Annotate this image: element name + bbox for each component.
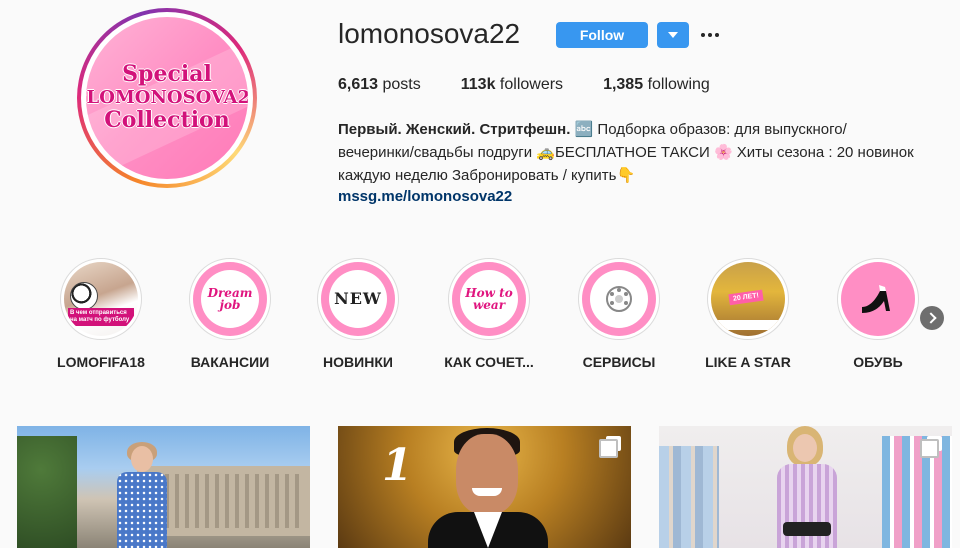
profile-stats: 6,613 posts 113k followers 1,385 followi… bbox=[338, 76, 750, 94]
highlight-image: How to wear bbox=[452, 262, 526, 336]
follow-button[interactable]: Follow bbox=[556, 22, 648, 48]
following-count: 1,385 bbox=[603, 76, 644, 93]
highlight-kak-sochetat[interactable]: How to wear КАК СОЧЕТ... bbox=[433, 258, 545, 370]
post-thumbnail[interactable]: 1 bbox=[338, 426, 631, 548]
posts-count: 6,613 bbox=[338, 76, 379, 93]
avatar-image: Special #LOMONOSOVA22 Collection bbox=[86, 17, 248, 179]
highlight-label: LOMOFIFA18 bbox=[57, 354, 145, 370]
highlight-ring: В чем отправиться на матч по футболу bbox=[60, 258, 142, 340]
highlight-caption: В чем отправиться на матч по футболу bbox=[68, 308, 134, 326]
dot bbox=[715, 33, 719, 37]
avatar-text-line: Special bbox=[122, 61, 212, 88]
multiple-photos-icon bbox=[599, 436, 621, 458]
high-heel-icon bbox=[862, 285, 890, 313]
highlight-art: Dream job bbox=[201, 270, 259, 328]
pointing-down-emoji-icon: 👇 bbox=[616, 167, 636, 184]
highlight-ring: How to wear bbox=[448, 258, 530, 340]
highlight-label: LIKE A STAR bbox=[705, 354, 791, 370]
dress bbox=[117, 472, 167, 548]
followers-stat[interactable]: 113k followers bbox=[461, 76, 563, 94]
followers-label: followers bbox=[499, 76, 564, 93]
shoe-icon bbox=[849, 270, 907, 328]
highlight-ring: NEW bbox=[317, 258, 399, 340]
post-thumbnail[interactable] bbox=[659, 426, 952, 548]
multiple-photos-icon bbox=[920, 436, 942, 458]
highlight-label: ВАКАНСИИ bbox=[190, 354, 270, 370]
face bbox=[456, 434, 518, 514]
chevron-down-icon bbox=[668, 32, 678, 38]
highlight-image bbox=[841, 262, 915, 336]
highlight-like-a-star[interactable]: 20 ЛЕТ! LIKE A STAR bbox=[692, 258, 804, 370]
clothing-rack bbox=[659, 446, 719, 548]
avatar-text-line: Collection bbox=[104, 107, 230, 134]
rotary-phone-icon bbox=[606, 286, 632, 312]
highlight-label: НОВИНКИ bbox=[323, 354, 393, 370]
bio-name: Первый. Женский. Стритфешн. bbox=[338, 121, 571, 138]
highlight-ring: 20 ЛЕТ! bbox=[707, 258, 789, 340]
bio-link[interactable]: mssg.me/lomonosova22 bbox=[338, 188, 512, 205]
smile bbox=[472, 488, 502, 496]
highlight-obuv[interactable]: ОБУВЬ bbox=[822, 258, 934, 370]
avatar-inner: Special #LOMONOSOVA22 Collection bbox=[81, 12, 253, 184]
caption-strip bbox=[717, 320, 779, 330]
head bbox=[131, 446, 153, 472]
highlight-ring bbox=[578, 258, 660, 340]
highlight-image bbox=[582, 262, 656, 336]
highlight-image: Dream job bbox=[193, 262, 267, 336]
highlight-novinki[interactable]: NEW НОВИНКИ bbox=[302, 258, 414, 370]
post-number: 1 bbox=[382, 440, 413, 491]
highlight-image: В чем отправиться на матч по футболу bbox=[64, 262, 138, 336]
highlight-caption: 20 ЛЕТ! bbox=[728, 289, 764, 306]
flower-emoji-icon: 🌸 bbox=[713, 144, 733, 161]
more-options-button[interactable] bbox=[701, 26, 719, 44]
posts-label: posts bbox=[382, 76, 421, 93]
highlight-image: NEW bbox=[321, 262, 395, 336]
abc-emoji-icon: 🔤 bbox=[574, 121, 594, 138]
highlight-art: How to wear bbox=[460, 270, 518, 328]
following-label: following bbox=[647, 76, 710, 93]
bio-text: БЕСПЛАТНОЕ ТАКСИ bbox=[554, 144, 710, 161]
highlight-lomofifa18[interactable]: В чем отправиться на матч по футболу LOM… bbox=[45, 258, 157, 370]
dot bbox=[708, 33, 712, 37]
taxi-emoji-icon: 🚕 bbox=[536, 144, 555, 161]
chevron-right-icon[interactable] bbox=[920, 306, 944, 330]
suggestions-dropdown-button[interactable] bbox=[657, 22, 689, 48]
highlight-art: NEW bbox=[329, 270, 387, 328]
avatar-text-line: #LOMONOSOVA22 bbox=[86, 86, 248, 108]
highlight-vakansii[interactable]: Dream job ВАКАНСИИ bbox=[174, 258, 286, 370]
highlight-ring: Dream job bbox=[189, 258, 271, 340]
profile-bio: Первый. Женский. Стритфешн. 🔤 Подборка о… bbox=[338, 118, 918, 187]
post-person bbox=[107, 442, 177, 548]
highlight-ring bbox=[837, 258, 919, 340]
post-thumbnail[interactable] bbox=[17, 426, 310, 548]
head bbox=[793, 434, 817, 462]
phone-icon bbox=[590, 270, 648, 328]
highlight-label: СЕРВИСЫ bbox=[582, 354, 656, 370]
posts-stat: 6,613 posts bbox=[338, 76, 421, 94]
dot bbox=[701, 33, 705, 37]
profile-avatar[interactable]: Special #LOMONOSOVA22 Collection bbox=[77, 8, 257, 188]
highlight-image: 20 ЛЕТ! bbox=[711, 262, 785, 336]
highlight-label: ОБУВЬ bbox=[853, 354, 903, 370]
highlight-servisy[interactable]: СЕРВИСЫ bbox=[563, 258, 675, 370]
belt-bag bbox=[783, 522, 831, 536]
followers-count: 113k bbox=[460, 76, 496, 93]
post-tree bbox=[17, 436, 77, 548]
profile-username: lomonosova22 bbox=[338, 18, 521, 49]
highlight-label: КАК СОЧЕТ... bbox=[444, 354, 534, 370]
following-stat[interactable]: 1,385 following bbox=[603, 76, 710, 94]
football-icon bbox=[70, 282, 98, 310]
